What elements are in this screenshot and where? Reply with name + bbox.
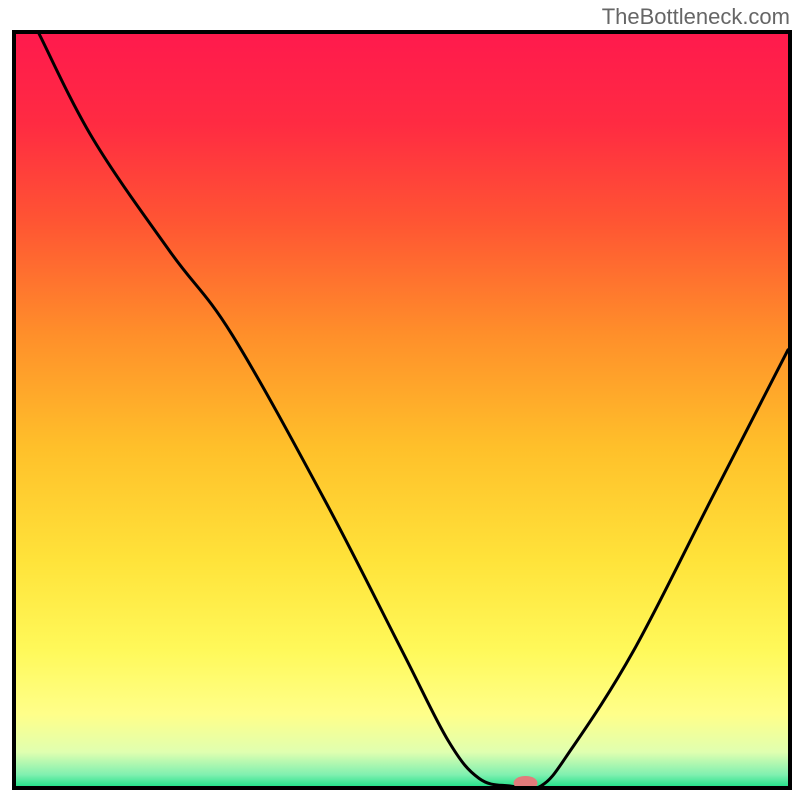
plot-svg xyxy=(16,34,788,786)
watermark-text: TheBottleneck.com xyxy=(602,4,790,30)
gradient-background xyxy=(16,34,788,786)
plot-area xyxy=(16,34,788,786)
